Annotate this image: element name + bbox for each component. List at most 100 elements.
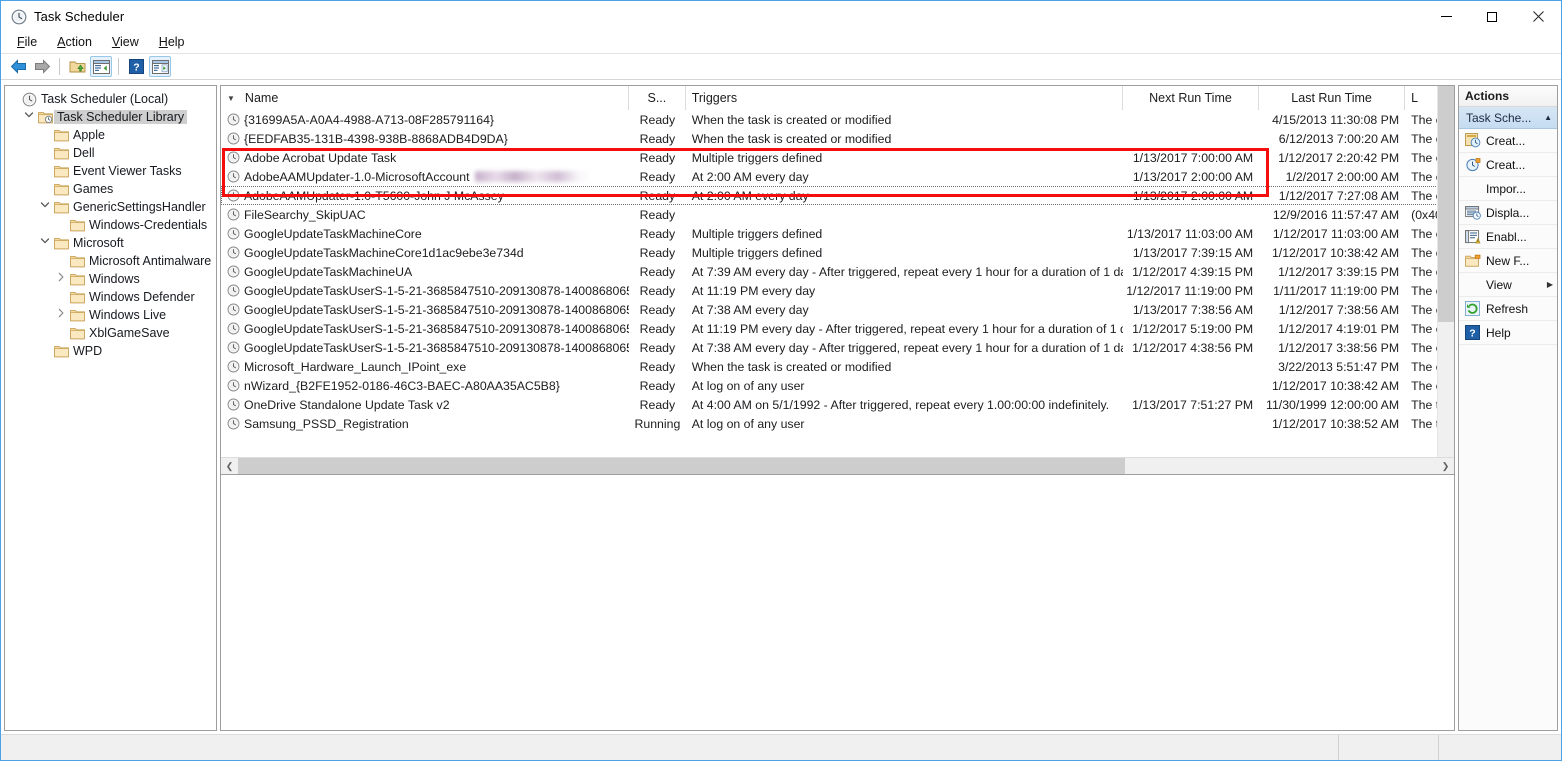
svg-text:?: ?: [1469, 328, 1475, 340]
actions-group-header[interactable]: Task Sche... ▲: [1459, 107, 1557, 129]
task-scheduler-window: Task Scheduler File Action View Help ? T…: [0, 0, 1562, 761]
tree-node-windows-live[interactable]: Windows Live: [5, 306, 216, 324]
tree-node-windows-credentials[interactable]: Windows-Credentials: [5, 216, 216, 234]
table-row[interactable]: Adobe Acrobat Update Task Ready Multiple t…: [221, 148, 1454, 167]
action-item-new-f[interactable]: New F...: [1459, 249, 1557, 273]
close-button[interactable]: [1515, 1, 1561, 32]
chevron-down-icon[interactable]: [21, 108, 37, 126]
horizontal-scroll-track[interactable]: [238, 457, 1437, 474]
vertical-scroll-thumb[interactable]: [1438, 86, 1454, 322]
show-hide-action-pane-button[interactable]: [149, 56, 171, 77]
help-button[interactable]: ?: [125, 56, 147, 77]
up-one-level-button[interactable]: [66, 56, 88, 77]
table-row[interactable]: Microsoft_Hardware_Launch_IPoint_exe Read…: [221, 357, 1454, 376]
task-list-vertical-scrollbar[interactable]: [1437, 86, 1454, 457]
column-header-last_run[interactable]: Last Run Time: [1259, 86, 1406, 110]
cell-text: 1/12/2017 2:20:42 PM: [1278, 150, 1400, 165]
task-name-text: {EEDFAB35-131B-4398-938B-8868ADB4D9DA}: [244, 131, 508, 146]
table-row[interactable]: FileSearchy_SkipUAC Ready 12/9/2016 11:57:…: [221, 205, 1454, 224]
cell-text: When the task is created or modified: [691, 131, 892, 146]
new-folder-icon: [1464, 254, 1481, 268]
chevron-up-icon[interactable]: ▲: [1544, 113, 1552, 122]
table-row[interactable]: OneDrive Standalone Update Task v2 Ready A…: [221, 395, 1454, 414]
table-row[interactable]: GoogleUpdateTaskUserS-1-5-21-3685847510-…: [221, 338, 1454, 357]
action-item-enabl[interactable]: Enabl...: [1459, 225, 1557, 249]
maximize-button[interactable]: [1469, 1, 1515, 32]
cell-last_run: 1/12/2017 10:38:52 AM: [1259, 414, 1405, 433]
back-button[interactable]: [7, 56, 29, 77]
tree-node-wpd[interactable]: WPD: [5, 342, 216, 360]
table-row[interactable]: {EEDFAB35-131B-4398-938B-8868ADB4D9DA} Re…: [221, 129, 1454, 148]
tree-node-windows-defender[interactable]: Windows Defender: [5, 288, 216, 306]
tree-node-apple[interactable]: Apple: [5, 126, 216, 144]
cell-name: AdobeAAMUpdater-1.0-T5600-John J McAssey: [221, 186, 629, 205]
menu-view[interactable]: View: [104, 33, 149, 52]
console-tree-pane[interactable]: Task Scheduler (Local) Task Scheduler Lib…: [4, 85, 217, 731]
table-row[interactable]: GoogleUpdateTaskMachineCore1d1ac9ebe3e73…: [221, 243, 1454, 262]
table-row[interactable]: {31699A5A-A0A4-4988-A713-08F285791164} Re…: [221, 110, 1454, 129]
chevron-right-icon[interactable]: ▶: [1547, 280, 1553, 289]
horizontal-scroll-thumb[interactable]: [238, 457, 1126, 474]
cell-text: Ready: [639, 340, 676, 355]
toolbar-separator-2: [118, 58, 119, 75]
tree-node-dell[interactable]: Dell: [5, 144, 216, 162]
cell-text: Ready: [639, 169, 676, 184]
table-row[interactable]: Samsung_PSSD_Registration Running At log o…: [221, 414, 1454, 433]
cell-text: When the task is created or modified: [691, 112, 892, 127]
column-header-next_run[interactable]: Next Run Time: [1123, 86, 1260, 110]
table-row[interactable]: GoogleUpdateTaskUserS-1-5-21-3685847510-…: [221, 300, 1454, 319]
column-header-triggers[interactable]: Triggers: [686, 86, 1123, 110]
svg-text:?: ?: [133, 62, 139, 74]
table-row[interactable]: AdobeAAMUpdater-1.0-MicrosoftAccount Read…: [221, 167, 1454, 186]
action-item-displa[interactable]: Displa...: [1459, 201, 1557, 225]
chevron-down-icon[interactable]: [37, 198, 53, 216]
tree-node-task-scheduler-library[interactable]: Task Scheduler Library: [5, 108, 216, 126]
table-row[interactable]: AdobeAAMUpdater-1.0-T5600-John J McAssey…: [221, 186, 1454, 205]
menu-help[interactable]: Help: [151, 33, 195, 52]
cell-text: At 2:00 AM every day: [691, 188, 809, 203]
cell-next_run: 1/13/2017 7:00:00 AM: [1123, 148, 1259, 167]
tree-node-xblgamesave[interactable]: XblGameSave: [5, 324, 216, 342]
column-header-name[interactable]: ▼ Name: [221, 86, 630, 110]
cell-last_run: 1/12/2017 7:27:08 AM: [1259, 186, 1405, 205]
tree-node-windows[interactable]: Windows: [5, 270, 216, 288]
forward-button[interactable]: [31, 56, 53, 77]
task-name-text: AdobeAAMUpdater-1.0-T5600-John J McAssey: [244, 188, 504, 203]
task-name-text: Adobe Acrobat Update Task: [244, 150, 397, 165]
chevron-down-icon[interactable]: [37, 234, 53, 252]
action-item-creat[interactable]: Creat...: [1459, 153, 1557, 177]
tree-node-games[interactable]: Games: [5, 180, 216, 198]
action-item-refresh[interactable]: Refresh: [1459, 297, 1557, 321]
minimize-button[interactable]: [1423, 1, 1469, 32]
cell-triggers: When the task is created or modified: [686, 129, 1123, 148]
cell-text: 1/12/2017 3:39:15 PM: [1278, 264, 1400, 279]
tree-node-microsoft-antimalware[interactable]: Microsoft Antimalware: [5, 252, 216, 270]
action-item-creat[interactable]: Creat...: [1459, 129, 1557, 153]
cell-text: 1/12/2017 11:19:00 PM: [1126, 283, 1254, 298]
action-item-help[interactable]: ? Help: [1459, 321, 1557, 345]
table-row[interactable]: GoogleUpdateTaskMachineCore Ready Multiple…: [221, 224, 1454, 243]
menu-file[interactable]: File: [9, 33, 47, 52]
tree-node-microsoft[interactable]: Microsoft: [5, 234, 216, 252]
scroll-right-arrow-icon[interactable]: ❯: [1437, 457, 1454, 474]
table-row[interactable]: GoogleUpdateTaskMachineUA Ready At 7:39 AM…: [221, 262, 1454, 281]
action-item-impor[interactable]: Impor...: [1459, 177, 1557, 201]
tree-node-event-viewer-tasks[interactable]: Event Viewer Tasks: [5, 162, 216, 180]
show-hide-console-tree-button[interactable]: [90, 56, 112, 77]
table-row[interactable]: GoogleUpdateTaskUserS-1-5-21-3685847510-…: [221, 281, 1454, 300]
cell-triggers: At 11:19 PM every day: [686, 281, 1123, 300]
chevron-right-icon[interactable]: [53, 306, 69, 324]
action-item-view[interactable]: View ▶: [1459, 273, 1557, 297]
scroll-left-arrow-icon[interactable]: ❮: [221, 457, 238, 474]
table-row[interactable]: nWizard_{B2FE1952-0186-46C3-BAEC-A80AA35…: [221, 376, 1454, 395]
chevron-right-icon[interactable]: [53, 270, 69, 288]
tree-node-task-scheduler-local[interactable]: Task Scheduler (Local): [5, 90, 216, 108]
column-header-status[interactable]: S...: [629, 86, 686, 110]
cell-last_run: 3/22/2013 5:51:47 PM: [1259, 357, 1405, 376]
task-name-text: GoogleUpdateTaskUserS-1-5-21-3685847510-…: [244, 321, 629, 336]
task-list-horizontal-scrollbar[interactable]: ❮ ❯: [221, 457, 1454, 474]
action-item-label: Creat...: [1486, 157, 1526, 172]
table-row[interactable]: GoogleUpdateTaskUserS-1-5-21-3685847510-…: [221, 319, 1454, 338]
menu-action[interactable]: Action: [49, 33, 102, 52]
tree-node-genericsettingshandler[interactable]: GenericSettingsHandler: [5, 198, 216, 216]
